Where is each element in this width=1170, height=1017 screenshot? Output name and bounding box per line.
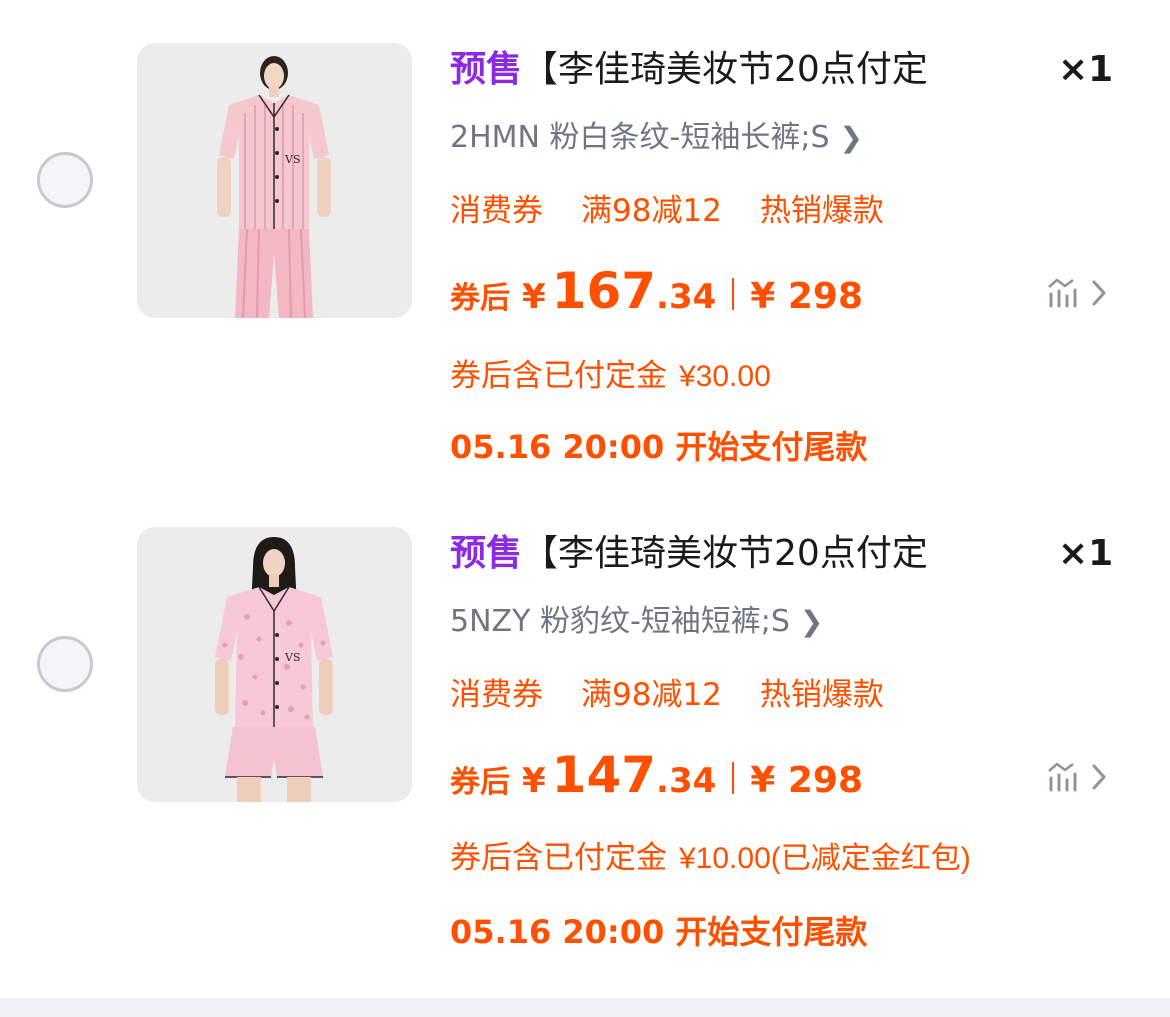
promo-tags: 消费券 满98减12 热销爆款 [450,675,922,715]
cart-item: VS 预售【李佳琦美妆节20点付定 ×1 2HMN 粉白条纹-短袖长裤;S ❯ 消… [0,0,1170,470]
price-trend-icon [1048,762,1106,792]
product-title[interactable]: 预售【李佳琦美妆节20点付定 [450,46,970,94]
svg-text:VS: VS [284,153,300,166]
sku-text: 2HMN 粉白条纹-短袖长裤;S [450,120,830,155]
quantity-label: ×1 [1058,49,1114,90]
product-thumbnail[interactable]: VS [137,527,412,802]
deposit-info: 券后含已付定金 ¥30.00 [450,356,771,397]
promo-tag-coupon: 消费券 [450,677,543,713]
price-trend-button[interactable] [1046,274,1110,314]
deposit-amount: ¥30.00 [679,360,771,393]
promo-tag-hot: 热销爆款 [759,193,884,229]
promo-tags: 消费券 满98减12 热销爆款 [450,191,922,231]
price-integer: 147 [551,746,657,804]
balance-payment-time: 05.16 20:00 开始支付尾款 [450,913,868,951]
presale-tag: 预售 [450,49,523,90]
deposit-label: 券后含已付定金 [450,840,667,876]
select-item-radio[interactable] [37,636,93,692]
product-thumbnail[interactable]: VS [137,43,412,318]
deposit-amount: ¥10.00(已减定金红包) [679,842,971,875]
product-title-text: 【李佳琦美妆节20点付定 [522,49,928,90]
original-price: ¥ 298 [750,760,864,801]
price-trend-icon [1048,278,1106,308]
price-currency: ¥ [522,277,546,317]
select-item-radio[interactable] [37,152,93,208]
promo-tag-discount: 满98减12 [581,677,722,713]
cart-item: VS 预售【李佳琦美妆节20点付定 ×1 5NZY 粉豹纹-短袖短裤;S ❯ 消费… [0,484,1170,954]
sku-selector[interactable]: 5NZY 粉豹纹-短袖短裤;S ❯ [450,602,823,642]
price-divider [732,762,735,794]
presale-tag: 预售 [450,533,523,574]
promo-tag-coupon: 消费券 [450,193,543,229]
deposit-info: 券后含已付定金 ¥10.00(已减定金红包) [450,838,971,879]
price-trend-button[interactable] [1046,758,1110,798]
product-image: VS [137,527,412,802]
balance-payment-time: 05.16 20:00 开始支付尾款 [450,428,868,466]
product-title[interactable]: 预售【李佳琦美妆节20点付定 [450,530,970,578]
product-image: VS [137,43,412,318]
svg-text:VS: VS [284,651,300,664]
price-decimal: .34 [656,277,717,317]
chevron-right-icon: ❯ [799,605,824,638]
price-integer: 167 [551,262,657,320]
price-divider [732,278,735,310]
bottom-divider [0,998,1170,1017]
price-row: 券后 ¥ 167 .34 ¥ 298 [450,262,863,326]
deposit-label: 券后含已付定金 [450,358,667,394]
product-title-text: 【李佳琦美妆节20点付定 [522,533,928,574]
chevron-right-icon: ❯ [839,121,863,154]
price-prefix: 券后 [450,765,510,800]
price-row: 券后 ¥ 147 .34 ¥ 298 [450,746,863,810]
price-currency: ¥ [522,761,546,801]
sku-selector[interactable]: 2HMN 粉白条纹-短袖长裤;S ❯ [450,118,863,158]
quantity-label: ×1 [1058,533,1114,574]
price-prefix: 券后 [450,281,510,316]
price-decimal: .34 [656,761,717,801]
sku-text: 5NZY 粉豹纹-短袖短裤;S [450,604,790,639]
promo-tag-hot: 热销爆款 [759,677,884,713]
original-price: ¥ 298 [750,276,864,317]
promo-tag-discount: 满98减12 [581,193,722,229]
